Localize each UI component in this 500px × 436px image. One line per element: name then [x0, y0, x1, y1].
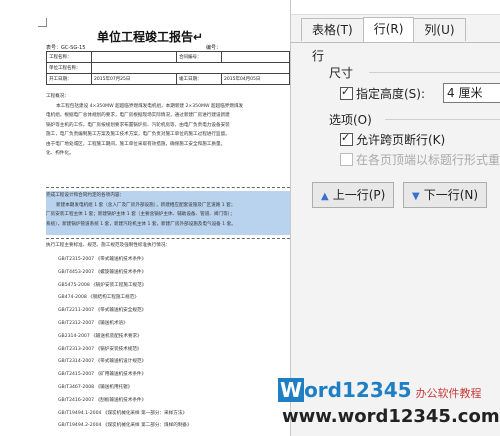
down-arrow-icon: ▼: [412, 191, 420, 202]
standard-item: GB5475-2008 《锅炉安装工程施工规范》: [58, 282, 147, 288]
standard-item: GB2314-2007 《输送机装配技术要求》: [58, 333, 142, 339]
previous-row-label: 上一行(P): [332, 188, 386, 202]
watermark-url: www.word12345.com: [282, 406, 500, 427]
tab-column[interactable]: 列(U): [413, 18, 466, 41]
document-page[interactable]: 单位工程竣工报告↵ 表号：GC-SG-15 编号： 工程名称： 合同编号： 单位…: [0, 0, 300, 436]
standard-item: GB/T4453-2007 《螺旋输送机技术条件》: [58, 269, 147, 275]
standards-heading: 执行工程主要标准、规范、施工规范及强制性标准执行情况：: [46, 243, 171, 248]
specify-height-checkbox[interactable]: [340, 85, 353, 100]
standard-item: GB/T19494.1-2004 《煤炭机械化采样 第一部分：采样方法》: [58, 410, 188, 416]
next-row-label: 下一行(N): [423, 188, 479, 202]
table-number: 表号：GC-SG-15: [46, 45, 86, 51]
table-properties-dialog: 表格(T) 行(R) 列(U) 行 尺寸 指定高度(S): 4 厘米 选项(O)…: [290, 0, 500, 436]
crop-mark-top-left: [38, 18, 47, 27]
table-cell[interactable]: 开工日期：: [46, 73, 92, 85]
standard-item: GB/T2312-2007 《输送机术语》: [58, 321, 128, 326]
table-cell[interactable]: 2015年07月25日: [91, 73, 177, 85]
repeat-header-label: 在各页顶端以标题行形式重复: [356, 153, 500, 167]
allow-row-break-label: 允许跨页断行(K): [356, 133, 446, 147]
section-divider: [46, 238, 290, 239]
number-label: 编号：: [206, 45, 222, 51]
standard-item: GB/T2211-2007 《带式输送机安全规范》: [58, 308, 147, 314]
specify-height-label: 指定高度(S):: [356, 87, 426, 101]
overview-line: 由于电厂地处城区，工程施工期间，施工单位采取有效措施，确保施工安全和施工质量。: [46, 141, 226, 147]
size-label: 尺寸: [329, 66, 354, 80]
size-divider: [369, 72, 500, 73]
table-cell[interactable]: [221, 51, 290, 63]
scope-line: 系统），新建锅炉管道系统 1 套，新建汽轮机主体 1 套，新建厂房外部设施及电气…: [46, 221, 236, 227]
overview-line: 施工，电厂负责编制施工方案及施工技术方案，电厂负责对施工单位的施工过程进行监督。: [46, 132, 230, 137]
watermark-tagline: 办公软件教程: [415, 387, 482, 400]
overview-section[interactable]: 工程概况： 本工程包括建设 4×350MW 超超临界燃煤发电机组，本期新建 2×…: [46, 92, 290, 159]
overview-line: 本工程包括建设 4×350MW 超超临界燃煤发电机组，本期新建 2×350MW …: [56, 103, 244, 109]
section-divider: [46, 187, 290, 188]
table-cell[interactable]: 单位工程名称：: [46, 62, 92, 74]
watermark-w: W: [278, 378, 305, 402]
tab-row[interactable]: 行(R): [362, 17, 415, 43]
tab-divider: [291, 42, 500, 43]
options-divider: [385, 119, 500, 120]
standard-item: GB/T2315-2007 《带式输送机技术条件》: [58, 257, 147, 262]
watermark-logo: Word12345 办公软件教程: [278, 378, 482, 402]
table-row: 工程名称： 合同编号：: [46, 51, 290, 63]
next-row-button[interactable]: ▼ 下一行(N): [403, 182, 488, 208]
page-title: 单位工程竣工报告↵: [96, 30, 204, 44]
table-cell[interactable]: 合同编号：: [176, 51, 222, 63]
table-cell[interactable]: [91, 62, 290, 74]
scope-heading: 完成工程设计和合同约定的各项内容：: [46, 193, 125, 198]
standard-item: GB/T2416-2007 《刮板输送机技术条件》: [58, 397, 147, 403]
height-input[interactable]: 4 厘米: [443, 83, 500, 103]
standard-item: GB/T2313-2007 《锅炉安装技术规范》: [58, 346, 142, 352]
row-group-label: 行: [312, 49, 325, 63]
standard-item: GB/T2415-2007 《矿用输送机技术条件》: [58, 372, 147, 378]
scope-line: 新建本期发电机组 1 套（含入厂及厂房外部设施），新建相应配套设施及厂区道路 1…: [56, 202, 236, 208]
table-cell[interactable]: 竣工日期：: [176, 73, 222, 85]
table-row: 开工日期： 2015年07月25日 竣工日期： 2015年04月05日: [46, 73, 290, 85]
dialog-titlebar[interactable]: [291, 0, 500, 15]
overview-line: 电机组，根据电厂总体规划的要求，电厂房根据现场实际情况，通过新建厂房进行建设新建: [46, 113, 230, 118]
watermark-brand: ord12345: [304, 378, 412, 402]
standard-item: GB/T19494.2-2004 《煤炭机械化采样 第二部分：煤样的制备》: [58, 423, 192, 429]
tab-table[interactable]: 表格(T): [301, 18, 364, 41]
overview-line: 化、构件化。: [46, 151, 74, 156]
standard-item: GB/T3467-2008 《输送机用托辊》: [58, 385, 133, 390]
previous-row-button[interactable]: ▲ 上一行(P): [312, 182, 395, 208]
table-cell[interactable]: 2015年04月05日: [221, 73, 290, 85]
standard-item: GB/T2314-2007 《带式输送机设计规范》: [58, 359, 147, 365]
scope-line: 厂房安装工程主体 1 套；新建锅炉主体 1 套（主要含锅炉主体、辅助设备、管道、…: [46, 212, 235, 217]
overview-heading: 工程概况：: [46, 94, 69, 99]
scope-section-selected[interactable]: 完成工程设计和合同约定的各项内容： 新建本期发电机组 1 套（含入厂及厂房外部设…: [46, 191, 290, 235]
info-table[interactable]: 工程名称： 合同编号： 单位工程名称： 开工日期： 2015年07月25日 竣工…: [46, 51, 290, 85]
dialog-tabs: 表格(T) 行(R) 列(U): [301, 17, 466, 43]
table-cell[interactable]: [91, 51, 177, 63]
standard-item: GB474-2008 《钢结构工程施工规范》: [58, 295, 139, 301]
table-row: 单位工程名称：: [46, 62, 290, 74]
options-label: 选项(O): [329, 113, 372, 127]
overview-line: 锅炉等主机的工作，电厂房按规划要求布置锅炉房、汽轮机房等，由电厂负责电力设备安装: [46, 122, 230, 128]
up-arrow-icon: ▲: [321, 191, 329, 202]
repeat-header-checkbox[interactable]: [340, 153, 353, 166]
allow-row-break-checkbox[interactable]: [340, 131, 353, 146]
table-cell[interactable]: 工程名称：: [46, 51, 92, 63]
